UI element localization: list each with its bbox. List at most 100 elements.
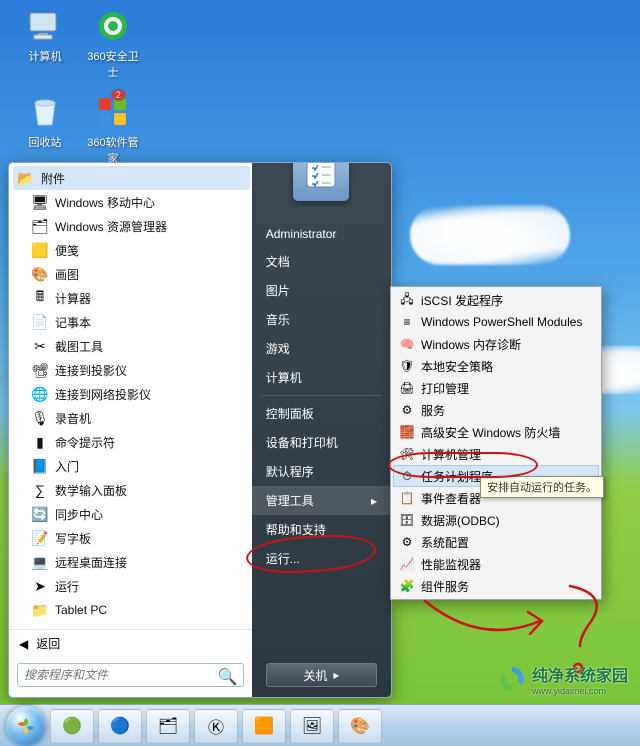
right-item-system[interactable]: 默认程序 (252, 457, 391, 486)
360-icon (95, 8, 131, 44)
folder-accessories[interactable]: 📂 附件 (13, 166, 250, 190)
right-item-places[interactable]: 音乐 (252, 305, 391, 334)
badge: 2 (112, 90, 125, 100)
admintool-odbc[interactable]: 🗄数据源(ODBC) (393, 509, 599, 531)
computer-icon (27, 8, 63, 44)
start-button[interactable] (6, 706, 46, 746)
checklist-icon (303, 162, 339, 191)
program-label: 入门 (55, 458, 79, 475)
admintool-services[interactable]: ⚙服务 (393, 399, 599, 421)
admintool-memdiag[interactable]: 🧠Windows 内存诊断 (393, 333, 599, 355)
admintool-printmgr[interactable]: 🖨打印管理 (393, 377, 599, 399)
program-label: 便笺 (55, 242, 79, 259)
program-item-mathinput[interactable]: ∑数学输入面板 (13, 478, 250, 502)
taskbar-paint[interactable]: 🎨 (338, 709, 382, 743)
desktop-icon-computer[interactable]: 计算机 (14, 8, 76, 64)
program-item-notepad[interactable]: 📄记事本 (13, 310, 250, 334)
admintool-iscsi[interactable]: 🖧iSCSI 发起程序 (393, 289, 599, 311)
right-item-places[interactable]: 游戏 (252, 334, 391, 363)
search-input[interactable] (17, 663, 244, 687)
program-item-netproj[interactable]: 🌐 连接到网络投影仪 (13, 382, 250, 406)
paint-icon: 🎨 (31, 265, 49, 283)
program-item-run[interactable]: ➤ 运行 (13, 574, 250, 598)
taskbar: 🟢🔵🗂Ⓚ🟧🖼🎨 (0, 704, 640, 746)
calc-icon: 🖩 (31, 289, 49, 307)
program-label: Tablet PC (55, 603, 107, 617)
back-arrow-icon: ◀ (19, 637, 28, 651)
taskbar-uc[interactable]: 🟧 (242, 709, 286, 743)
program-item-sync[interactable]: 🔄 同步中心 (13, 502, 250, 526)
program-label: 写字板 (55, 530, 91, 547)
folder-icon: 📁 (31, 601, 49, 619)
sync-icon: 🔄 (31, 505, 49, 523)
desktop-label: 计算机 (29, 51, 62, 63)
eventvwr-icon: 📋 (399, 490, 415, 506)
right-item-places[interactable]: 文档 (252, 247, 391, 276)
shutdown-button[interactable]: 关机▸ (266, 663, 377, 687)
mobility-icon: 🖥 (31, 193, 49, 211)
program-item-sticky[interactable]: 🟨便笺 (13, 238, 250, 262)
user-avatar[interactable] (293, 162, 349, 201)
program-label: 连接到网络投影仪 (55, 386, 151, 403)
program-label: 同步中心 (55, 506, 103, 523)
desktop-label: 360安全卫士 (87, 51, 138, 79)
program-item-snip[interactable]: ✂截图工具 (13, 334, 250, 358)
desktop-icon-360safe[interactable]: 360安全卫士 (82, 8, 144, 80)
desktop-label: 回收站 (29, 137, 62, 149)
program-label: 计算器 (55, 290, 91, 307)
program-item-mobility[interactable]: 🖥Windows 移动中心 (13, 190, 250, 214)
admintool-firewall[interactable]: 🧱高级安全 Windows 防火墙 (393, 421, 599, 443)
softmgr-icon: 2 (95, 94, 131, 130)
admintool-perfmon[interactable]: 📈性能监视器 (393, 553, 599, 575)
recycle-icon (27, 94, 63, 130)
sysconfig-icon: ⚙ (399, 534, 415, 550)
start-programs-list[interactable]: 📂 附件 🖥Windows 移动中心🗂Windows 资源管理器🟨便笺 🎨 画图 🖩 计… (9, 163, 252, 629)
perfmon-icon: 📈 (399, 556, 415, 572)
program-label: 运行 (55, 578, 79, 595)
taskbar-explorer[interactable]: 🗂 (146, 709, 190, 743)
netproj-icon: 🌐 (31, 385, 49, 403)
right-item-places[interactable]: 计算机 (252, 363, 391, 392)
taskbar-ie[interactable]: 🔵 (98, 709, 142, 743)
desktop-icon-360soft[interactable]: 2 360软件管家 (82, 94, 144, 166)
program-item-folder[interactable]: 📁Windows PowerShell (13, 622, 250, 629)
right-item-system[interactable]: 设备和打印机 (252, 428, 391, 457)
rdp-icon: 💻 (31, 553, 49, 571)
program-item-paint[interactable]: 🎨 画图 (13, 262, 250, 286)
right-item-places[interactable]: 图片 (252, 276, 391, 305)
run-icon: ➤ (31, 577, 49, 595)
admintool-secpol[interactable]: 🛡本地安全策略 (393, 355, 599, 377)
program-item-wordpad[interactable]: 📝写字板 (13, 526, 250, 550)
user-name[interactable]: Administrator (252, 221, 391, 247)
admintool-compsvc[interactable]: 🧩组件服务 (393, 575, 599, 597)
taskbar-kugou[interactable]: Ⓚ (194, 709, 238, 743)
taskbar-app[interactable]: 🖼 (290, 709, 334, 743)
program-item-help[interactable]: 📘入门 (13, 454, 250, 478)
snip-icon: ✂ (31, 337, 49, 355)
compmgmt-icon: 🛠 (399, 446, 415, 462)
program-item-projector[interactable]: 📽连接到投影仪 (13, 358, 250, 382)
right-item-system[interactable]: 帮助和支持 (252, 515, 391, 544)
cmd-icon: ▮ (31, 433, 49, 451)
start-menu-right: Administrator 文档图片音乐游戏计算机 控制面板设备和打印机默认程序… (252, 163, 391, 697)
compsvc-icon: 🧩 (399, 578, 415, 594)
program-item-recorder[interactable]: 🎙录音机 (13, 406, 250, 430)
program-item-explorer[interactable]: 🗂Windows 资源管理器 (13, 214, 250, 238)
program-item-folder[interactable]: 📁 Tablet PC (13, 598, 250, 622)
program-label: 画图 (55, 266, 79, 283)
right-item-system[interactable]: 运行... (252, 544, 391, 573)
desktop-icon-recycle[interactable]: 回收站 (14, 94, 76, 150)
secpol-icon: 🛡 (399, 358, 415, 374)
program-item-cmd[interactable]: ▮命令提示符 (13, 430, 250, 454)
taskbar-browser-360[interactable]: 🟢 (50, 709, 94, 743)
back-button[interactable]: ◀ 返回 (9, 629, 252, 657)
odbc-icon: 🗄 (399, 512, 415, 528)
program-item-calc[interactable]: 🖩 计算器 (13, 286, 250, 310)
admintool-sysconfig[interactable]: ⚙系统配置 (393, 531, 599, 553)
program-item-rdp[interactable]: 💻远程桌面连接 (13, 550, 250, 574)
admintool-psmod[interactable]: ≡Windows PowerShell Modules (393, 311, 599, 333)
right-item-system[interactable]: 管理工具▸ (252, 486, 391, 515)
search-area: 🔍 (9, 657, 252, 697)
right-item-system[interactable]: 控制面板 (252, 399, 391, 428)
admintool-compmgmt[interactable]: 🛠计算机管理 (393, 443, 599, 465)
